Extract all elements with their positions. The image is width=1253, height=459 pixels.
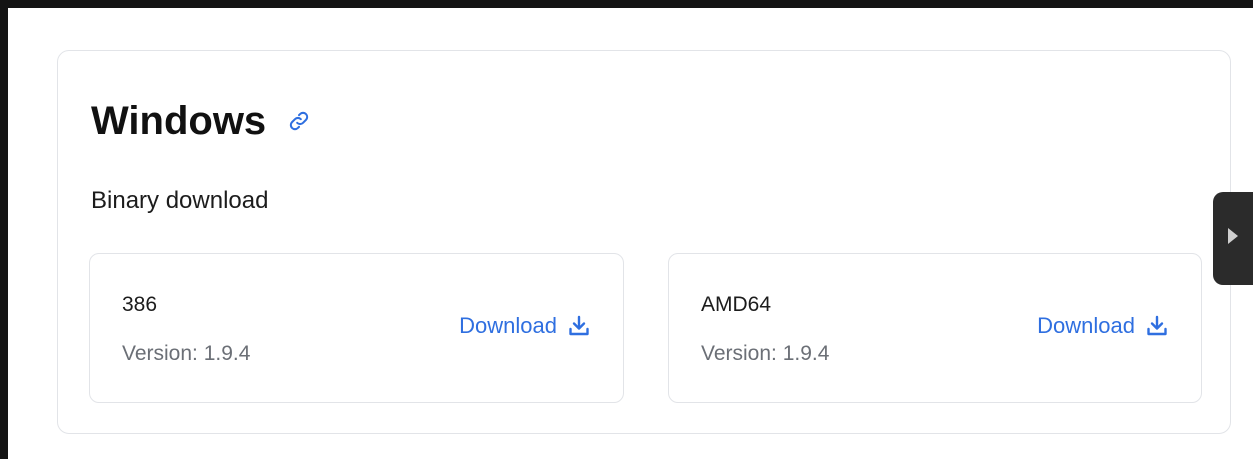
arch-name: 386 xyxy=(122,293,158,316)
binary-card-386: 386 Version: 1.9.4 Download xyxy=(89,253,624,403)
link-icon[interactable] xyxy=(286,108,312,134)
play-triangle-icon xyxy=(1226,226,1240,251)
side-panel-toggle[interactable] xyxy=(1213,192,1253,285)
download-label: Download xyxy=(1037,313,1135,338)
download-button-amd64[interactable]: Download xyxy=(1037,311,1169,341)
download-icon xyxy=(567,314,591,338)
window-left-edge xyxy=(0,0,8,459)
download-label: Download xyxy=(459,313,557,338)
binary-card-amd64: AMD64 Version: 1.9.4 Download xyxy=(668,253,1202,403)
version-text: Version: 1.9.4 xyxy=(701,342,830,365)
windows-section-card: Windows Binary download 386 Version: 1.9… xyxy=(57,50,1231,434)
version-text: Version: 1.9.4 xyxy=(122,342,251,365)
download-icon xyxy=(1145,314,1169,338)
arch-name: AMD64 xyxy=(701,293,772,316)
section-heading: Windows xyxy=(91,95,312,147)
window-top-edge xyxy=(0,0,1253,8)
binary-download-heading: Binary download xyxy=(91,187,269,214)
download-button-386[interactable]: Download xyxy=(459,311,591,341)
section-title: Windows xyxy=(91,99,267,143)
